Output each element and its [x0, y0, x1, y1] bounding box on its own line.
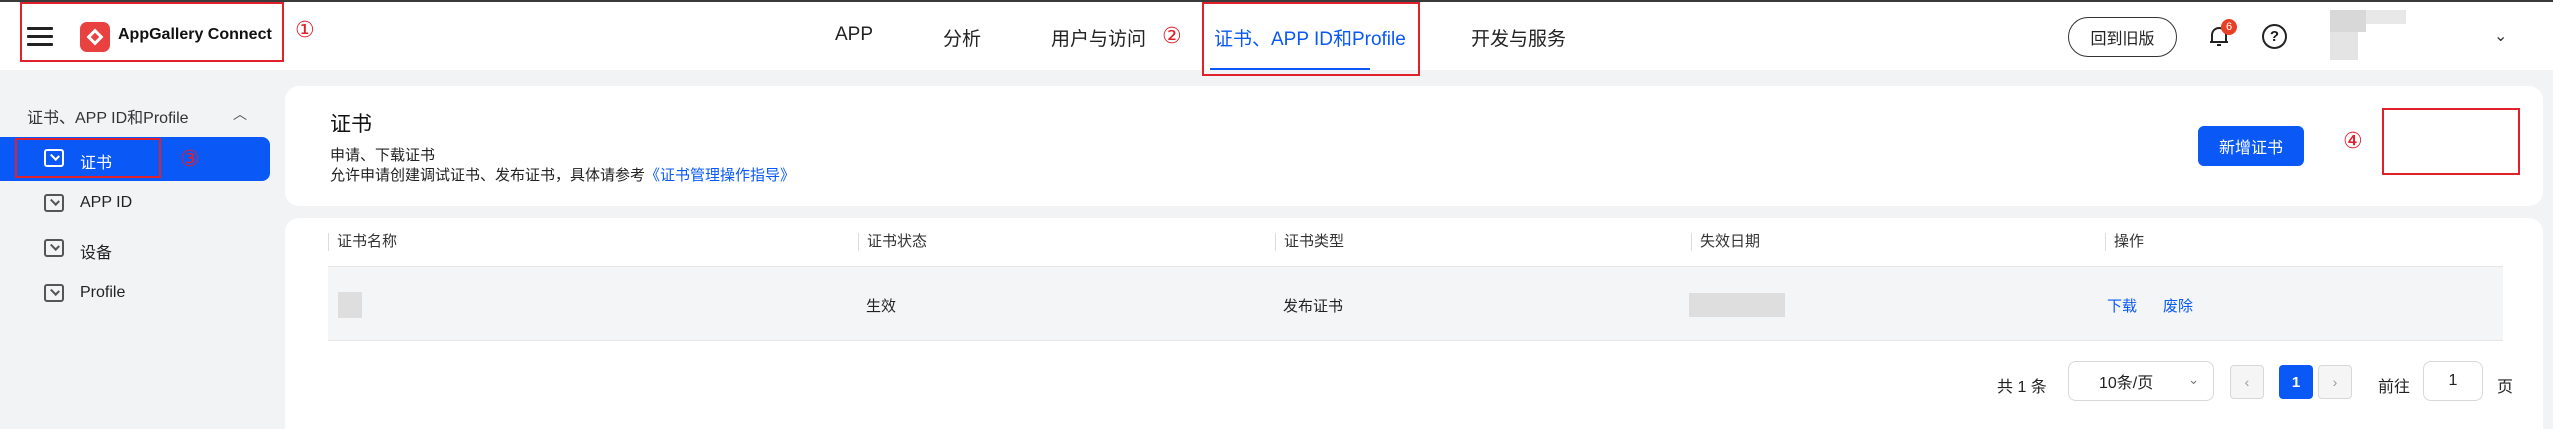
column-header-name: 证书名称 [328, 233, 397, 251]
page-description: 允许申请创建调试证书、发布证书，具体请参考《证书管理操作指导》 [330, 164, 795, 185]
sidebar-item-profile[interactable]: Profile [0, 272, 270, 316]
page-size-value: 10条/页 [2099, 375, 2154, 392]
sidebar-item-label: APP ID [80, 194, 133, 211]
nav-analytics[interactable]: 分析 [943, 24, 981, 51]
sidebar: 证书、APP ID和Profile ︿ 证书 APP ID 设备 Profile [0, 70, 270, 429]
page-subtitle: 申请、下载证书 [330, 147, 436, 164]
annotation-box-1 [20, 2, 284, 62]
prev-page-button[interactable]: ‹ [2230, 365, 2264, 399]
page-title: 证书 [330, 113, 372, 136]
annotation-number-3: ③ [180, 147, 200, 172]
goto-page-input[interactable] [2423, 361, 2483, 401]
user-avatar[interactable] [2330, 10, 2430, 64]
annotation-box-2 [1202, 2, 1420, 76]
sidebar-item-devices[interactable]: 设备 [0, 227, 270, 271]
annotation-number-2: ② [1162, 24, 1182, 49]
download-link[interactable]: 下载 [2107, 295, 2137, 316]
column-header-status: 证书状态 [858, 233, 927, 251]
user-menu-chevron-icon[interactable]: ⌄ [2494, 26, 2507, 46]
page-unit-label: 页 [2497, 379, 2514, 396]
back-to-old-version-button[interactable]: 回到旧版 [2068, 17, 2177, 57]
column-header-expiry: 失效日期 [1691, 233, 1760, 251]
notification-badge: 6 [2221, 19, 2237, 35]
column-header-type: 证书类型 [1275, 233, 1344, 251]
certificate-status: 生效 [866, 298, 897, 315]
annotation-box-4 [2382, 108, 2520, 175]
certificate-type: 发布证书 [1283, 298, 1344, 315]
certificate-name-redacted [338, 292, 362, 318]
chevron-down-icon: ⌄ [2188, 372, 2199, 387]
add-certificate-button[interactable]: 新增证书 [2198, 126, 2304, 166]
total-count: 共 1 条 [1997, 379, 2047, 396]
profile-icon [44, 284, 64, 302]
goto-label: 前往 [2378, 379, 2411, 396]
certificate-table-card: 证书名称 证书状态 证书类型 失效日期 操作 生效 发布证书 下载 废除 共 1… [285, 218, 2543, 429]
sidebar-item-app-id[interactable]: APP ID [0, 182, 270, 226]
notification-button[interactable]: 6 [2208, 19, 2237, 48]
annotation-number-1: ① [295, 18, 315, 43]
annotation-number-4: ④ [2343, 129, 2363, 154]
page-size-select[interactable]: 10条/页 ⌄ [2068, 361, 2214, 401]
guide-link[interactable]: 《证书管理操作指导》 [645, 167, 795, 184]
annotation-box-3 [15, 138, 161, 178]
column-header-actions: 操作 [2105, 233, 2144, 251]
sidebar-item-label: 设备 [80, 245, 113, 262]
nav-dev-services[interactable]: 开发与服务 [1471, 24, 1566, 51]
device-icon [44, 239, 64, 257]
nav-app[interactable]: APP [835, 24, 873, 46]
next-page-button[interactable]: › [2318, 365, 2352, 399]
page-header-card: 证书 申请、下载证书 允许申请创建调试证书、发布证书，具体请参考《证书管理操作指… [285, 86, 2543, 206]
current-page-button[interactable]: 1 [2279, 365, 2313, 399]
app-id-icon [44, 194, 64, 212]
expiry-date-redacted [1689, 293, 1785, 317]
chevron-up-icon[interactable]: ︿ [233, 104, 247, 124]
help-icon[interactable]: ? [2262, 24, 2287, 49]
nav-users-access[interactable]: 用户与访问 [1051, 24, 1146, 51]
sidebar-group-title[interactable]: 证书、APP ID和Profile [27, 104, 189, 128]
table-row: 生效 发布证书 下载 废除 [328, 267, 2503, 341]
revoke-link[interactable]: 废除 [2163, 295, 2193, 316]
sidebar-item-label: Profile [80, 284, 126, 301]
description-text: 允许申请创建调试证书、发布证书，具体请参考 [330, 167, 646, 184]
